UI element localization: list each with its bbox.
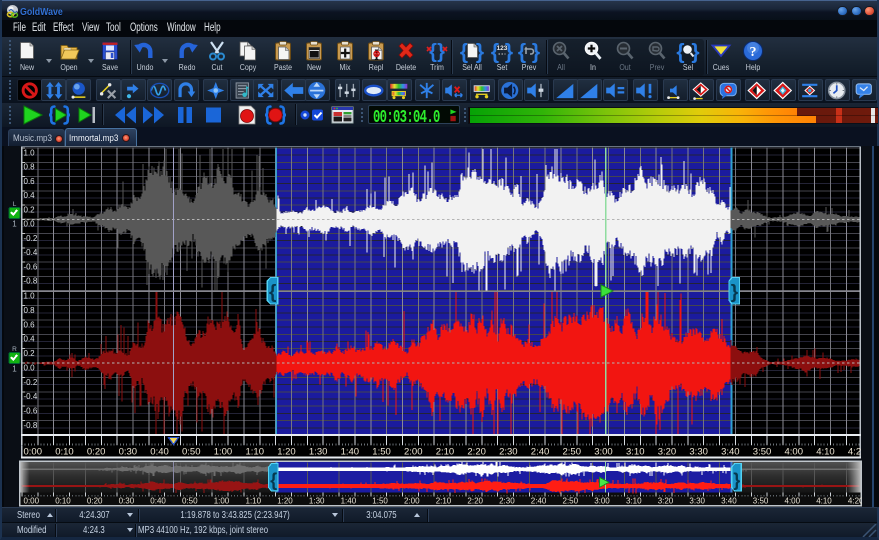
svg-text:}: } [437, 41, 445, 63]
svg-text:1:30: 1:30 [309, 497, 325, 506]
svg-text:-0.2: -0.2 [24, 234, 38, 243]
svg-text:2:50: 2:50 [563, 497, 579, 506]
svg-text:0:40: 0:40 [150, 497, 166, 506]
svg-text:}: } [731, 282, 739, 303]
svg-text:2:00: 2:00 [404, 497, 420, 506]
svg-text:1.0: 1.0 [24, 292, 36, 301]
svg-text:0.0: 0.0 [24, 220, 36, 229]
svg-text:-0.4: -0.4 [24, 392, 38, 401]
svg-text:2:30: 2:30 [499, 497, 515, 506]
svg-text:3:40: 3:40 [721, 447, 740, 458]
svg-text:0:30: 0:30 [119, 447, 138, 458]
svg-text:0.8: 0.8 [24, 163, 36, 172]
svg-text:2:40: 2:40 [531, 447, 550, 458]
svg-text:0:50: 0:50 [182, 447, 201, 458]
svg-text:3:20: 3:20 [658, 447, 677, 458]
svg-text:0:20: 0:20 [87, 447, 106, 458]
svg-text:-0.8: -0.8 [24, 277, 38, 286]
svg-text:}: } [733, 470, 740, 490]
svg-text:1:50: 1:50 [372, 447, 391, 458]
svg-text:3:10: 3:10 [626, 497, 642, 506]
svg-text:1: 1 [12, 365, 17, 374]
svg-text:4:10: 4:10 [816, 447, 835, 458]
svg-text:0:40: 0:40 [150, 447, 169, 458]
svg-text:0.6: 0.6 [24, 320, 36, 329]
svg-text:0.2: 0.2 [24, 349, 36, 358]
svg-text:3:10: 3:10 [626, 447, 645, 458]
svg-text:{: { [270, 470, 277, 490]
svg-text:123: 123 [497, 45, 508, 52]
svg-text:-0.2: -0.2 [24, 378, 38, 387]
svg-text:-0.6: -0.6 [24, 262, 38, 271]
svg-text:3:00: 3:00 [594, 447, 613, 458]
svg-text:4:00: 4:00 [785, 447, 804, 458]
svg-text:1:50: 1:50 [372, 497, 388, 506]
svg-text:2:10: 2:10 [436, 447, 455, 458]
svg-text:0.0: 0.0 [24, 363, 36, 372]
svg-text:3:00: 3:00 [594, 497, 610, 506]
svg-text:1:40: 1:40 [341, 447, 360, 458]
svg-text:1:10: 1:10 [246, 497, 262, 506]
svg-text:2:20: 2:20 [467, 497, 483, 506]
svg-text:4:20: 4:20 [848, 497, 864, 506]
svg-text:1:00: 1:00 [214, 497, 230, 506]
svg-text:2:50: 2:50 [563, 447, 582, 458]
svg-text:}: } [691, 41, 699, 64]
svg-text:{: { [429, 41, 437, 63]
svg-text:3:40: 3:40 [721, 497, 737, 506]
svg-text:2:30: 2:30 [499, 447, 517, 458]
svg-text:1:40: 1:40 [341, 497, 357, 506]
svg-text:0:10: 0:10 [55, 447, 73, 458]
svg-text:0.8: 0.8 [24, 306, 36, 315]
svg-text:1:10: 1:10 [246, 447, 265, 458]
svg-text:2:20: 2:20 [467, 447, 486, 458]
svg-text:{: { [269, 282, 276, 303]
svg-text:-0.8: -0.8 [24, 421, 38, 430]
svg-text:3:30: 3:30 [689, 497, 705, 506]
svg-text:0:50: 0:50 [182, 497, 198, 506]
svg-text:0:00: 0:00 [24, 497, 40, 506]
svg-text:1: 1 [12, 220, 17, 229]
svg-text:0:30: 0:30 [119, 497, 135, 506]
svg-text:2:00: 2:00 [404, 447, 423, 458]
svg-text:-0.6: -0.6 [24, 407, 38, 416]
svg-text:4:00: 4:00 [785, 497, 801, 506]
svg-text:{: { [460, 41, 468, 64]
svg-text:}: } [476, 41, 484, 64]
svg-text:0:20: 0:20 [87, 497, 103, 506]
svg-text:{: { [676, 41, 684, 64]
svg-text:?: ? [750, 45, 757, 60]
svg-text:0.2: 0.2 [24, 205, 36, 214]
svg-text:R: R [12, 346, 17, 353]
svg-text:3:50: 3:50 [753, 447, 772, 458]
svg-text:3:50: 3:50 [753, 497, 769, 506]
svg-text:L: L [13, 201, 17, 208]
svg-text:1:00: 1:00 [214, 447, 233, 458]
svg-text:{: { [518, 41, 526, 64]
svg-text:-0.4: -0.4 [24, 248, 38, 257]
svg-text:2:10: 2:10 [436, 497, 452, 506]
svg-text:3:20: 3:20 [658, 497, 674, 506]
svg-text:0:00: 0:00 [24, 447, 43, 458]
svg-text:0:10: 0:10 [55, 497, 71, 506]
svg-text:1:30: 1:30 [309, 447, 328, 458]
svg-text:1:20: 1:20 [277, 497, 293, 506]
svg-text:1.0: 1.0 [24, 148, 36, 157]
svg-text:1:20: 1:20 [277, 447, 296, 458]
svg-text:0.6: 0.6 [24, 177, 36, 186]
svg-text:3:30: 3:30 [689, 447, 708, 458]
svg-text:4:10: 4:10 [816, 497, 832, 506]
svg-text:2:40: 2:40 [531, 497, 547, 506]
svg-text:0.4: 0.4 [24, 191, 36, 200]
svg-text:0.4: 0.4 [24, 335, 36, 344]
